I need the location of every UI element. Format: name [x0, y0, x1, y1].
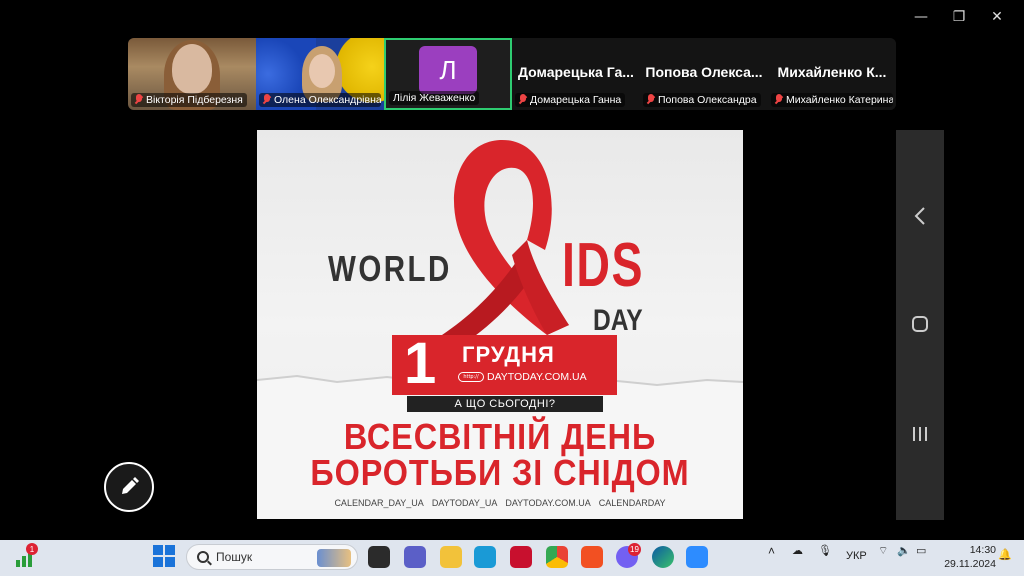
microphone-icon[interactable]: 🎙: [818, 544, 832, 557]
start-button[interactable]: [153, 545, 175, 567]
poster-world-text: WORLD: [328, 248, 452, 289]
participant-tile[interactable]: Попова Олекса... Попова Олександра: [640, 38, 768, 110]
viber-badge: 19: [628, 543, 641, 556]
search-highlight-image: [317, 549, 351, 567]
zoom-icon[interactable]: [686, 546, 708, 568]
participant-name: Попова Олександра: [658, 93, 757, 106]
mic-muted-icon: [263, 94, 271, 105]
chrome-icon[interactable]: [546, 546, 568, 568]
participant-name: Олена Олександрівна: [274, 93, 381, 106]
participant-face: [172, 44, 212, 94]
search-icon: [197, 551, 209, 563]
chevron-left-icon: [914, 207, 925, 225]
participant-name: Лілія Жеваженко: [393, 91, 476, 104]
participant-name: Михайленко Катерина: [786, 93, 893, 106]
url-pill: http://: [458, 372, 484, 382]
instagram-handle: CALENDAR_DAY_UA: [334, 498, 424, 508]
tray-overflow-icon[interactable]: ˄: [768, 544, 775, 558]
participant-tile-active-speaker[interactable]: Л Лілія Жеваженко: [384, 38, 512, 110]
poster-socials: CALENDAR_DAY_UA DAYTODAY_UA DAYTODAY.COM…: [257, 498, 743, 508]
zoom-window: — ❐ ✕ Вікторія Підберезня Олена Олександ…: [0, 0, 1024, 576]
poster-headline-line2: БОРОТЬБИ ЗІ СНІДОМ: [310, 452, 690, 493]
annotate-button[interactable]: [104, 462, 154, 512]
twitter-handle: DAYTODAY_UA: [431, 498, 498, 508]
store-icon[interactable]: [581, 546, 603, 568]
volume-icon[interactable]: 🔈: [897, 544, 911, 557]
pencil-icon: [122, 477, 139, 494]
minimize-button[interactable]: —: [902, 6, 940, 28]
participant-name: Вікторія Підберезня: [146, 93, 243, 106]
close-button[interactable]: ✕: [978, 6, 1016, 28]
participant-tile[interactable]: Домарецька Га... Домарецька Ганна: [512, 38, 640, 110]
home-button[interactable]: [896, 304, 944, 344]
date-number: 1: [404, 331, 437, 396]
language-indicator[interactable]: УКР: [846, 550, 867, 562]
file-explorer-icon[interactable]: [440, 546, 462, 568]
notification-bell-icon[interactable]: 🔔: [998, 548, 1012, 561]
poster-url: DAYTODAY.COM.UA: [487, 371, 587, 383]
mic-muted-icon: [519, 94, 527, 105]
restore-button[interactable]: ❐: [940, 6, 978, 28]
poster-ids-text: IDS: [562, 231, 645, 300]
teams-icon[interactable]: [404, 546, 426, 568]
mic-muted-icon: [135, 94, 143, 105]
wifi-icon[interactable]: ⌔: [878, 544, 888, 558]
participant-name: Домарецька Ганна: [530, 93, 622, 106]
participant-strip: Вікторія Підберезня Олена Олександрівна …: [128, 38, 896, 110]
participant-tile-title: Попова Олекса...: [645, 64, 763, 80]
recents-button[interactable]: [896, 414, 944, 454]
clock-date: 29.11.2024: [944, 558, 996, 570]
battery-icon[interactable]: ▭: [916, 544, 926, 557]
shared-poster: WORLD IDS DAY 1 ГРУДНЯ http:// DAYTODAY.…: [257, 130, 743, 519]
onedrive-icon[interactable]: ☁: [792, 544, 803, 557]
poster-question: А ЩО СЬОГОДНІ?: [454, 398, 556, 410]
home-square-icon: [912, 316, 928, 332]
telegram-handle: CALENDARDAY: [598, 498, 666, 508]
participant-tile[interactable]: Михайленко К... Михайленко Катерина: [768, 38, 896, 110]
system-clock[interactable]: 14:30 29.11.2024: [930, 543, 996, 571]
search-input[interactable]: Пошук: [186, 544, 358, 570]
recents-icon: [913, 427, 927, 441]
poster-day-text: DAY: [593, 304, 643, 337]
notification-badge: 1: [26, 543, 38, 555]
avatar: Л: [419, 46, 477, 94]
task-view-icon[interactable]: [368, 546, 390, 568]
myapp-icon[interactable]: [474, 546, 496, 568]
participant-tile[interactable]: Олена Олександрівна: [256, 38, 384, 110]
search-placeholder: Пошук: [216, 550, 253, 564]
mcafee-icon[interactable]: [510, 546, 532, 568]
participant-tile-title: Домарецька Га...: [518, 64, 634, 80]
edge-icon[interactable]: [652, 546, 674, 568]
back-button[interactable]: [896, 196, 944, 236]
mic-muted-icon: [775, 94, 783, 105]
participant-tile-title: Михайленко К...: [777, 64, 887, 80]
facebook-handle: DAYTODAY.COM.UA: [505, 498, 591, 508]
android-nav-bar: [896, 130, 944, 520]
participant-tile[interactable]: Вікторія Підберезня: [128, 38, 256, 110]
mic-muted-icon: [647, 94, 655, 105]
window-controls: — ❐ ✕: [902, 6, 1016, 28]
clock-time: 14:30: [969, 544, 996, 556]
participant-face: [309, 54, 335, 88]
date-month: ГРУДНЯ: [462, 342, 555, 367]
